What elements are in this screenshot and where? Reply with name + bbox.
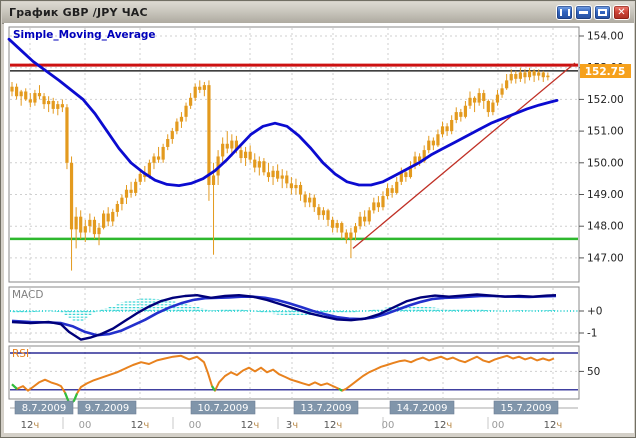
time-label: 00: [79, 420, 92, 431]
time-label: 12ч: [324, 420, 343, 431]
time-label: 12ч: [544, 420, 563, 431]
time-label: 00: [382, 420, 395, 431]
date-label-text: 8.7.2009: [22, 403, 67, 414]
date-label: 14.7.2009: [390, 401, 454, 414]
close-icon: ✕: [614, 6, 629, 19]
rsi-oversold-segment: [339, 389, 342, 391]
minimize-button[interactable]: [575, 5, 592, 20]
rsi-label: RSI: [12, 348, 29, 360]
time-labels: 12ч 00 12ч 00 12ч 3ч 12ч 00 12ч 00 12ч: [21, 420, 563, 431]
macd-axis-label: -1: [587, 328, 597, 340]
macd-axis-label: +0: [587, 306, 602, 318]
chart-client-area: 154.00153.00152.00151.00150.00149.00148.…: [4, 23, 634, 433]
titlebar[interactable]: График GBP /JPY ЧАС ✕: [2, 2, 634, 24]
chart-svg[interactable]: 154.00153.00152.00151.00150.00149.00148.…: [4, 23, 634, 433]
sma-label: Simple_Moving_Average: [13, 29, 156, 41]
price-axis-label: 152.00: [587, 94, 624, 106]
time-label: 3ч: [286, 420, 298, 431]
date-label-text: 14.7.2009: [397, 403, 448, 414]
macd-label: MACD: [12, 289, 43, 301]
price-axis-label: 151.00: [587, 126, 624, 138]
time-label: 12ч: [434, 420, 453, 431]
price-tag-value: 152.75: [585, 66, 626, 78]
maximize-button[interactable]: [594, 5, 611, 20]
price-axis-label: 148.00: [587, 221, 624, 233]
window-controls: ✕: [556, 5, 630, 20]
time-label: 12ч: [241, 420, 260, 431]
window-title: График GBP /JPY ЧАС: [2, 6, 148, 19]
rsi-panel: [9, 346, 579, 399]
date-label-text: 15.7.2009: [501, 403, 552, 414]
date-label: 15.7.2009: [494, 401, 558, 414]
price-axis-label: 154.00: [587, 31, 624, 43]
chart-window: График GBP /JPY ЧАС ✕ 154.00153.00152.00…: [0, 0, 636, 438]
date-label: 10.7.2009: [191, 401, 255, 414]
price-axis-label: 149.00: [587, 189, 624, 201]
time-label: 12ч: [131, 420, 150, 431]
date-label: 8.7.2009: [15, 401, 73, 414]
date-label: 9.7.2009: [78, 401, 136, 414]
price-axis-label: 150.00: [587, 157, 624, 169]
price-axis-label: 147.00: [587, 252, 624, 264]
time-label: 00: [492, 420, 505, 431]
close-button[interactable]: ✕: [613, 5, 630, 20]
pause-button[interactable]: [556, 5, 573, 20]
time-label: 00: [189, 420, 202, 431]
date-label: 13.7.2009: [294, 401, 358, 414]
date-label-text: 10.7.2009: [198, 403, 249, 414]
date-label-text: 9.7.2009: [85, 403, 130, 414]
date-label-text: 13.7.2009: [301, 403, 352, 414]
time-label: 12ч: [21, 420, 40, 431]
rsi-axis-label: 50: [587, 366, 600, 378]
price-tag: 152.75: [580, 64, 631, 78]
